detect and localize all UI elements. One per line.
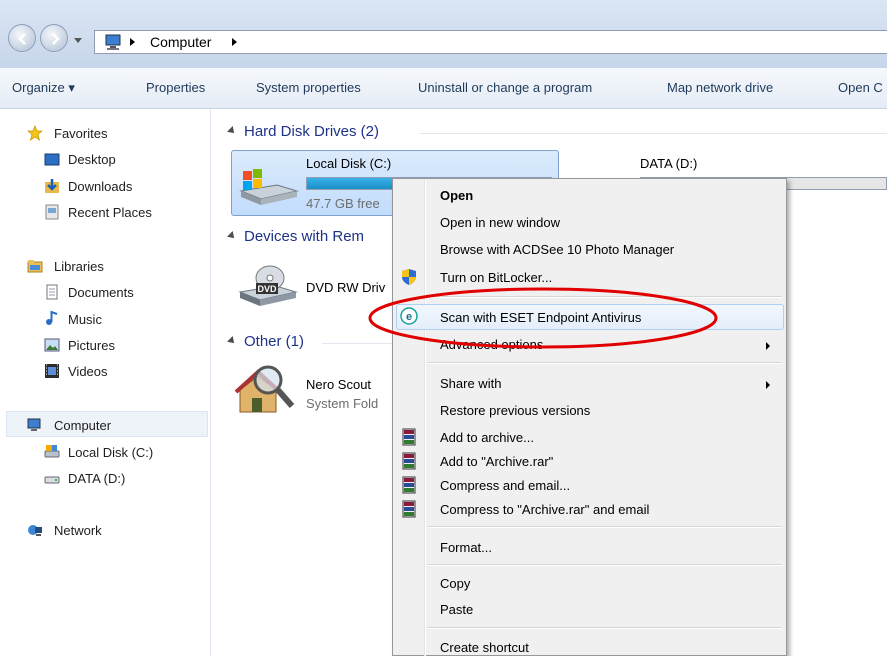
group-divider bbox=[420, 133, 887, 134]
videos-icon bbox=[45, 364, 59, 378]
nav-recent-places[interactable]: Recent Places bbox=[68, 205, 152, 220]
breadcrumb-separator[interactable] bbox=[130, 38, 135, 46]
hard-disk-windows-icon bbox=[239, 169, 299, 205]
drive-d-name[interactable]: DATA (D:) bbox=[640, 156, 697, 171]
music-icon bbox=[46, 310, 58, 325]
context-menu-gutter bbox=[424, 179, 426, 656]
menu-separator bbox=[428, 526, 782, 528]
dvd-drive-icon: DVD bbox=[238, 265, 298, 306]
computer-icon bbox=[105, 34, 121, 50]
annotation-ellipse bbox=[368, 287, 718, 349]
menu-add-to-archive[interactable]: Add to archive... bbox=[440, 430, 534, 445]
back-button[interactable] bbox=[8, 24, 36, 52]
menu-paste[interactable]: Paste bbox=[440, 602, 473, 617]
desktop-icon bbox=[44, 153, 60, 166]
documents-icon bbox=[46, 284, 58, 300]
drive-c-name: Local Disk (C:) bbox=[306, 156, 392, 171]
group-header-removable[interactable]: Devices with Rem bbox=[227, 228, 364, 245]
menu-restore-previous[interactable]: Restore previous versions bbox=[440, 403, 590, 418]
group-header-hard-disks[interactable]: Hard Disk Drives (2) bbox=[227, 123, 379, 140]
menu-format[interactable]: Format... bbox=[440, 540, 492, 555]
menu-browse-acdsee[interactable]: Browse with ACDSee 10 Photo Manager bbox=[440, 242, 674, 257]
nero-scout-type: System Fold bbox=[306, 396, 379, 411]
winrar-icon bbox=[402, 476, 416, 494]
organize-button[interactable]: Organize ▾ bbox=[12, 80, 75, 96]
recent-places-icon bbox=[45, 204, 59, 220]
nav-videos[interactable]: Videos bbox=[68, 364, 108, 379]
recent-pages-dropdown[interactable] bbox=[74, 38, 82, 43]
menu-open-new-window[interactable]: Open in new window bbox=[440, 215, 560, 230]
menu-compress-rar-email[interactable]: Compress to "Archive.rar" and email bbox=[440, 502, 649, 517]
address-field[interactable] bbox=[94, 30, 887, 54]
network-icon bbox=[28, 525, 42, 536]
nero-scout-name[interactable]: Nero Scout bbox=[306, 377, 371, 392]
nav-network[interactable]: Network bbox=[54, 523, 102, 538]
properties-button[interactable]: Properties bbox=[146, 80, 205, 95]
menu-add-to-archive-rar[interactable]: Add to "Archive.rar" bbox=[440, 454, 553, 469]
nav-documents[interactable]: Documents bbox=[68, 285, 134, 300]
menu-separator bbox=[428, 362, 782, 364]
system-properties-button[interactable]: System properties bbox=[256, 80, 361, 95]
menu-create-shortcut[interactable]: Create shortcut bbox=[440, 640, 529, 655]
menu-separator bbox=[428, 564, 782, 566]
nav-desktop[interactable]: Desktop bbox=[68, 152, 116, 167]
nav-libraries[interactable]: Libraries bbox=[54, 259, 104, 274]
nav-pictures[interactable]: Pictures bbox=[68, 338, 115, 353]
computer-icon bbox=[27, 418, 41, 431]
winrar-icon bbox=[402, 428, 416, 446]
open-control-panel-button[interactable]: Open C bbox=[838, 80, 883, 95]
breadcrumb-computer[interactable]: Computer bbox=[150, 34, 211, 50]
drive-c-free-space: 47.7 GB free bbox=[306, 196, 380, 211]
local-disk-icon bbox=[44, 445, 60, 458]
breadcrumb-separator[interactable] bbox=[232, 38, 237, 46]
drive-icon bbox=[44, 476, 60, 484]
shield-icon bbox=[402, 269, 416, 285]
forward-arrow-icon bbox=[52, 33, 60, 45]
map-network-drive-button[interactable]: Map network drive bbox=[667, 80, 773, 95]
menu-separator bbox=[428, 627, 782, 629]
nav-music[interactable]: Music bbox=[68, 312, 102, 327]
nav-data-d[interactable]: DATA (D:) bbox=[68, 471, 125, 486]
winrar-icon bbox=[402, 500, 416, 518]
pictures-icon bbox=[44, 338, 60, 352]
nav-local-disk-c[interactable]: Local Disk (C:) bbox=[68, 445, 153, 460]
group-header-other[interactable]: Other (1) bbox=[227, 333, 304, 350]
menu-copy[interactable]: Copy bbox=[440, 576, 470, 591]
dvd-badge: DVD bbox=[257, 284, 277, 294]
menu-share-with[interactable]: Share with bbox=[440, 376, 501, 391]
downloads-icon bbox=[45, 179, 59, 193]
libraries-icon bbox=[27, 260, 43, 273]
nav-favorites[interactable]: Favorites bbox=[54, 126, 107, 141]
submenu-arrow-icon bbox=[766, 342, 770, 350]
uninstall-program-button[interactable]: Uninstall or change a program bbox=[418, 80, 592, 95]
submenu-arrow-icon bbox=[766, 381, 770, 389]
menu-bitlocker[interactable]: Turn on BitLocker... bbox=[440, 270, 552, 285]
menu-compress-email[interactable]: Compress and email... bbox=[440, 478, 570, 493]
forward-button[interactable] bbox=[40, 24, 68, 52]
nav-computer[interactable]: Computer bbox=[54, 418, 111, 433]
menu-open[interactable]: Open bbox=[440, 188, 473, 203]
nero-scout-icon bbox=[234, 365, 295, 413]
nav-downloads[interactable]: Downloads bbox=[68, 179, 132, 194]
star-icon bbox=[27, 125, 43, 141]
winrar-icon bbox=[402, 452, 416, 470]
back-arrow-icon bbox=[18, 33, 26, 45]
